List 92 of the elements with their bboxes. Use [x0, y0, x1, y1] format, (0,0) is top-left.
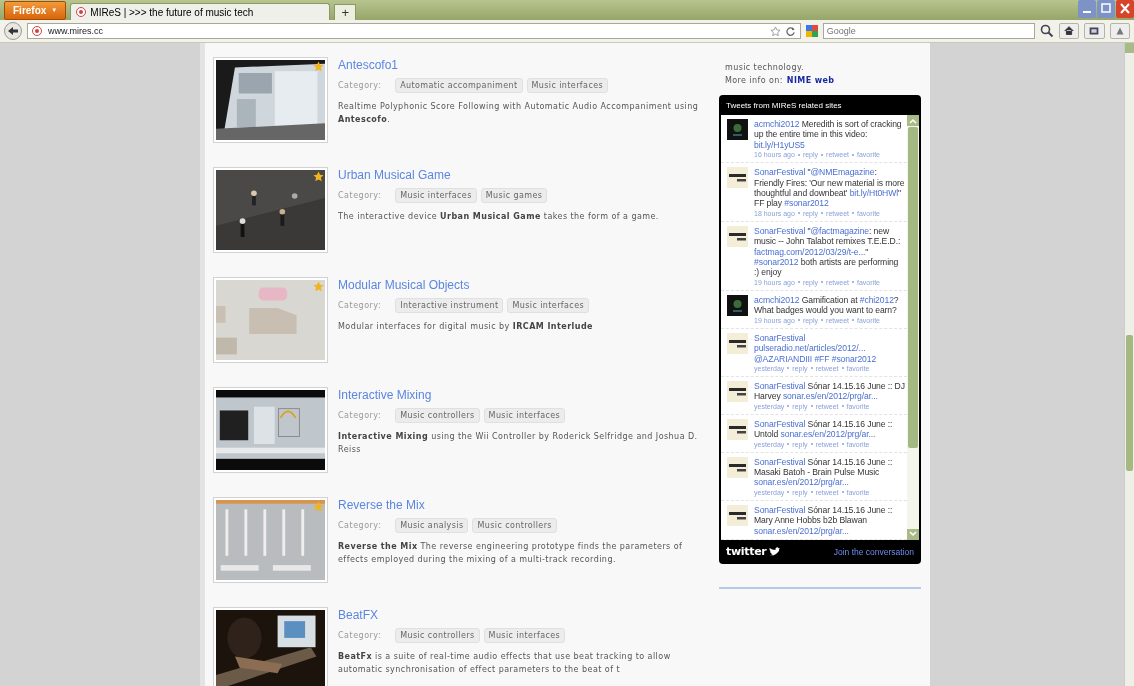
tweet-user-link[interactable]: SonarFestival: [754, 380, 806, 391]
project-description: BeatFx is a suite of real-time audio effects that use beat tracking to allow automatic synchronisation of effect parameters to the beat of t: [338, 651, 672, 676]
tweet-text: SonarFestival "@NMEmagazine: Friendly Fires: 'Our new material is more thoughtful and downbeat' bit.ly/Ht0HWl" FF play #sonar2012: [754, 167, 905, 209]
tweet-link[interactable]: sonar.es/en/2012/prg/ar...: [782, 391, 878, 402]
tweet-user-link[interactable]: SonarFestival: [754, 456, 806, 467]
category-label: Category:: [338, 191, 382, 200]
close-icon[interactable]: [1116, 0, 1134, 18]
google-icon: [805, 25, 820, 37]
category-tag[interactable]: Music interfaces: [483, 628, 566, 643]
tweet-link[interactable]: #sonar2012: [831, 353, 877, 364]
category-label: Category:: [338, 631, 382, 640]
project-title-link[interactable]: Modular Musical Objects: [338, 278, 708, 292]
page-scrollbar[interactable]: [1124, 43, 1134, 686]
tweet-link[interactable]: #sonar2012: [784, 198, 829, 209]
tweet-user-link[interactable]: SonarFestival: [754, 225, 806, 236]
favicon-icon: [76, 7, 87, 17]
tweet-text: SonarFestival Sónar 14.15.16 June :: Masaki Batoh - Brain Pulse Music sonar.es/en/2012/prg/ar...: [754, 456, 894, 488]
tweet-link[interactable]: factmag.com/2012/03/29/t-e...: [754, 246, 866, 257]
category-tag[interactable]: Music controllers: [395, 408, 480, 423]
tweet-link[interactable]: sonar.es/en/2012/prg/ar...: [754, 525, 849, 536]
reload-icon[interactable]: [784, 25, 796, 37]
avatar-icon: [727, 456, 748, 478]
project-description: Reverse the Mix The reverse engineering prototype finds the parameters of effects employed during the mixing of a multi-track recording.: [338, 541, 684, 566]
tweet-text: SonarFestival Sónar 14.15.16 June :: DJ Harvey sonar.es/en/2012/prg/ar...: [754, 380, 905, 402]
tweet-user-link[interactable]: acmchi2012: [754, 119, 800, 129]
tweet-user-link[interactable]: SonarFestival: [754, 418, 806, 429]
bookmarks-icon[interactable]: [1084, 23, 1105, 39]
category-tag[interactable]: Music controllers: [395, 628, 480, 643]
category-tag[interactable]: Music interfaces: [526, 78, 609, 93]
back-icon[interactable]: [4, 22, 22, 40]
search-icon[interactable]: [1039, 24, 1054, 38]
project-title-link[interactable]: Urban Musical Game: [338, 168, 708, 182]
avatar-icon: [727, 225, 748, 247]
tweet-link[interactable]: pulseradio.net/articles/2012/...: [754, 343, 866, 354]
project-title-link[interactable]: BeatFX: [338, 608, 708, 622]
browser-tab[interactable]: MIReS | >>> the future of music tech: [70, 3, 331, 20]
category-tag[interactable]: Music interfaces: [507, 298, 590, 313]
category-tag[interactable]: Music games: [480, 188, 548, 203]
project-description: The interactive device Urban Musical Game takes the form of a game.: [338, 211, 660, 223]
star-icon[interactable]: [769, 25, 781, 37]
tweet-user-link[interactable]: acmchi2012: [754, 294, 800, 305]
avatar-icon: [727, 167, 748, 189]
category-tag[interactable]: Music interfaces: [483, 408, 566, 423]
twitter-logo[interactable]: twitter: [726, 545, 780, 559]
category-tag[interactable]: Automatic accompaniment: [395, 78, 523, 93]
project-description: Realtime Polyphonic Score Following with Automatic Audio Accompaniment using Antescofo.: [338, 101, 700, 126]
tweet-link[interactable]: bit.ly/H1yUS5: [754, 139, 805, 150]
join-conversation-link[interactable]: Join the conversation: [833, 546, 914, 557]
tweet-link[interactable]: #sonar2012: [754, 257, 799, 268]
tweet-text: acmchi2012 Gamification at #chi2012? What badges would you want to earn?: [754, 294, 900, 316]
sidebar-text: music technology.: [724, 62, 805, 74]
category-label: Category:: [338, 81, 382, 90]
tweet-link[interactable]: #FF: [814, 353, 830, 364]
tweet-user-link[interactable]: SonarFestival: [754, 167, 806, 178]
category-tag[interactable]: Music analysis: [395, 518, 469, 533]
project-description: Modular interfaces for digital music by IRCAM Interlude: [338, 321, 594, 333]
tweet-link[interactable]: sonar.es/en/2012/prg/ar...: [754, 477, 849, 488]
tweet-text: acmchi2012 Meredith is sort of cracking up the entire time in this video: bit.ly/H1yUS5: [754, 119, 903, 151]
maximize-icon[interactable]: [1097, 0, 1115, 18]
favicon-icon: [32, 26, 42, 36]
tweet-link[interactable]: sonar.es/en/2012/prg/ar...: [780, 429, 876, 440]
category-tag[interactable]: Interactive instrument: [395, 298, 504, 313]
project-title-link[interactable]: Antescofo1: [338, 58, 708, 72]
new-tab-button[interactable]: +: [334, 4, 357, 20]
avatar-icon: [727, 418, 748, 440]
avatar-icon: [727, 119, 748, 140]
more-info-label: More info on:: [725, 75, 783, 87]
search-field[interactable]: Google: [822, 23, 1035, 39]
project-description: Interactive Mixing using the Wii Controller by Roderick Selfridge and Joshua D. Reiss: [338, 431, 699, 456]
category-label: Category:: [338, 301, 382, 310]
tweet-user-link[interactable]: SonarFestival: [754, 504, 806, 515]
category-tag[interactable]: Music interfaces: [395, 188, 477, 203]
minimize-icon[interactable]: [1078, 0, 1096, 18]
tweet-link[interactable]: #chi2012: [859, 294, 894, 305]
tweet-text: SonarFestival Sónar 14.15.16 June :: Untold sonar.es/en/2012/prg/ar...: [754, 418, 894, 440]
home-icon[interactable]: [1058, 23, 1080, 39]
avatar-icon: [727, 504, 748, 526]
project-title-link[interactable]: Reverse the Mix: [338, 498, 708, 512]
avatar-icon: [727, 294, 748, 316]
avatar-icon: [727, 332, 748, 354]
address-field[interactable]: www.mires.cc: [27, 23, 801, 39]
category-label: Category:: [338, 521, 382, 530]
avatar-icon: [727, 380, 748, 402]
category-tag[interactable]: Music controllers: [472, 518, 557, 533]
nime-web-link[interactable]: NIME web: [786, 74, 835, 87]
tweet-user-link[interactable]: SonarFestival: [754, 332, 806, 343]
project-title-link[interactable]: Interactive Mixing: [338, 388, 708, 402]
widget-title: Tweets from MIReS related sites: [726, 100, 842, 110]
tweet-link[interactable]: @AZARIANDIII: [754, 353, 813, 364]
category-label: Category:: [338, 411, 382, 420]
tweet-text: SonarFestival "@factmagazine: new music -- John Talabot remixes T.E.E.D.: factmag.com/2012/03/29/t-e..." #sonar2012 both artists are performing :) enjoy: [754, 225, 902, 278]
tweet-text: SonarFestival Sónar 14.15.16 June :: Mary Anne Hobbs b2b Blawan sonar.es/en/2012/prg/ar...: [754, 504, 894, 536]
